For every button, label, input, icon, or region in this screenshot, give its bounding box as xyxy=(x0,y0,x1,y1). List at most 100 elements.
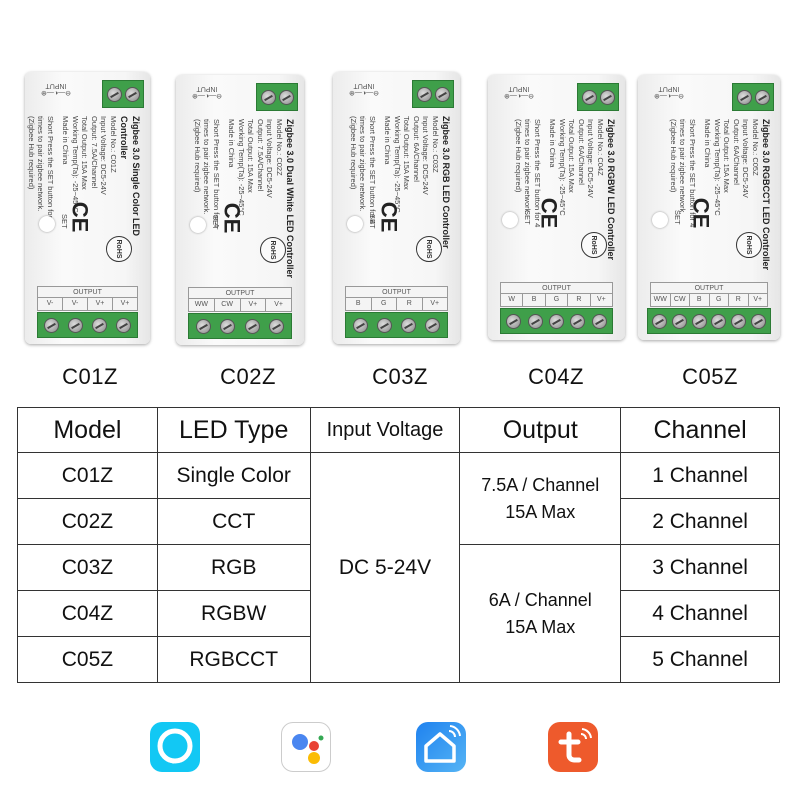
output-label-box: OUTPUT B G R V+ xyxy=(345,286,448,311)
instruction-line: (Zigbee Hub required) xyxy=(349,116,358,190)
model-label: C01Z xyxy=(62,364,118,389)
header-input-voltage: Input Voltage xyxy=(309,407,461,453)
ce-mark: CE xyxy=(219,202,245,234)
instruction-line: times to pair zigbee network. xyxy=(36,116,46,212)
instruction-line: Short Press the SET button for 4 xyxy=(212,119,221,228)
instruction-line: (Zigbee Hub required) xyxy=(514,119,523,193)
rohs-mark: RoHS xyxy=(260,237,286,263)
instruction-line: Short Press the SET button for 4 xyxy=(46,116,55,225)
instruction-line: Short Press the SET button for 4 xyxy=(533,119,542,228)
rohs-mark: RoHS xyxy=(416,236,442,262)
input-terminal xyxy=(102,80,144,108)
screw-icon xyxy=(115,317,131,333)
output-terminal-label: R xyxy=(397,298,423,310)
spec-line: Input Voltage: DC5-24V xyxy=(741,119,751,198)
input-label: ⊖—◐—⊕ INPUT xyxy=(41,82,71,97)
screw-icon xyxy=(220,318,236,334)
cell-channel: 2 Channel xyxy=(620,498,780,545)
instruction-line: Short Press the SET button for 4 xyxy=(688,119,697,228)
input-label: ⊖—◐—⊕ INPUT xyxy=(654,85,684,100)
header-model: Model xyxy=(17,407,158,453)
cell-type: CCT xyxy=(156,498,311,545)
output-terminal xyxy=(37,312,138,338)
model-label: C04Z xyxy=(528,364,584,389)
output-terminal-label: G xyxy=(546,294,569,306)
set-label: SET xyxy=(523,210,532,225)
output-label: OUTPUT xyxy=(38,287,137,298)
screw-icon xyxy=(195,318,211,334)
ce-mark: CE xyxy=(66,201,92,233)
output-label-box: OUTPUT WW CW B G R V+ xyxy=(650,282,768,307)
input-label: ⊖—◐—⊕ INPUT xyxy=(349,82,379,97)
output-line: 15A Max xyxy=(505,616,576,637)
ce-mark: CE xyxy=(535,197,561,229)
smart-life-icon xyxy=(416,722,466,772)
screw-icon xyxy=(599,89,615,105)
cell-model: C02Z xyxy=(17,498,158,545)
screw-icon xyxy=(434,86,450,102)
input-symbol: ⊖—◐—⊕ xyxy=(349,89,379,96)
screw-icon xyxy=(278,89,294,105)
output-label-box: OUTPUT W B G R V+ xyxy=(500,282,613,307)
input-symbol: ⊖—◐—⊕ xyxy=(41,89,71,96)
screw-icon xyxy=(401,317,417,333)
spec-line: Model No.: C02Z xyxy=(275,119,284,176)
screw-icon xyxy=(376,317,392,333)
header-led-type: LED Type xyxy=(156,407,311,453)
cell-type: RGBCCT xyxy=(156,636,311,683)
screw-icon xyxy=(416,86,432,102)
output-terminal-label: V+ xyxy=(753,296,763,303)
model-label: C02Z xyxy=(220,364,276,389)
screw-icon xyxy=(91,317,107,333)
instruction-line: times to pair zigbee network. xyxy=(358,116,368,212)
input-symbol: ⊖—◐—⊕ xyxy=(654,92,684,99)
cell-channel: 4 Channel xyxy=(620,590,780,637)
cell-model: C01Z xyxy=(17,452,158,499)
ce-mark: CE xyxy=(688,197,714,229)
output-terminal xyxy=(188,313,292,339)
screw-icon xyxy=(736,89,752,105)
device-title: Zigbee 3.0 RGBW LED Controller xyxy=(606,119,616,261)
output-label: OUTPUT xyxy=(346,287,447,298)
spec-table: Model LED Type Input Voltage Output Chan… xyxy=(17,407,780,683)
cell-model: C04Z xyxy=(17,590,158,637)
set-button[interactable] xyxy=(652,212,668,228)
instruction-line: Short Press the SET button for 4 xyxy=(368,116,377,225)
table-header-row: Model LED Type Input Voltage Output Chan… xyxy=(17,407,780,453)
spec-line: Output: 7.5A/Channel xyxy=(90,116,99,189)
set-button[interactable] xyxy=(39,216,55,232)
spec-line: Output: 6A/Channel xyxy=(732,119,741,185)
cell-model: C05Z xyxy=(17,636,158,683)
output-line: 7.5A / Channel xyxy=(481,474,600,495)
input-symbol: ⊖—◐—⊕ xyxy=(192,92,222,99)
spec-line: Total Output: 15A Max xyxy=(567,119,577,193)
screw-icon xyxy=(269,318,285,334)
set-button[interactable] xyxy=(190,217,206,233)
output-terminal-label: V- xyxy=(63,298,88,310)
spec-line: Working Temp(Ta): -25~45°C xyxy=(713,119,722,216)
screw-icon xyxy=(711,313,727,329)
output-label-box: OUTPUT V- V- V+ V+ xyxy=(37,286,138,311)
cell-type: RGBW xyxy=(156,590,311,637)
spec-line: Made in China xyxy=(61,116,71,165)
output-terminal-label: G xyxy=(372,298,397,310)
input-text: INPUT xyxy=(353,82,375,89)
spec-line: Model No.: C01Z xyxy=(109,116,118,173)
output-terminal-label: W xyxy=(501,294,524,306)
output-terminal-label: WW xyxy=(651,294,671,306)
output-terminal-label: R xyxy=(729,294,749,306)
output-terminal-label: WW xyxy=(189,299,215,311)
spec-line: Working Temp(Ta): -25~45°C xyxy=(237,119,246,216)
cell-output: 7.5A / Channel 15A Max xyxy=(459,452,622,545)
set-button[interactable] xyxy=(347,216,363,232)
spec-line: Input Voltage: DC5-24V xyxy=(586,119,596,198)
screw-icon xyxy=(352,317,368,333)
cell-model: C03Z xyxy=(17,544,158,591)
screw-icon xyxy=(44,317,60,333)
instruction-line: times to pair zigbee network. xyxy=(202,119,212,215)
input-text: INPUT xyxy=(196,85,218,92)
spec-line: Made in China xyxy=(227,119,237,168)
set-button[interactable] xyxy=(502,212,518,228)
controller-c05z: ⊖—◐—⊕ INPUT Zigbee 3.0 RGBCCT LED Control… xyxy=(638,75,780,340)
screw-icon xyxy=(581,89,597,105)
